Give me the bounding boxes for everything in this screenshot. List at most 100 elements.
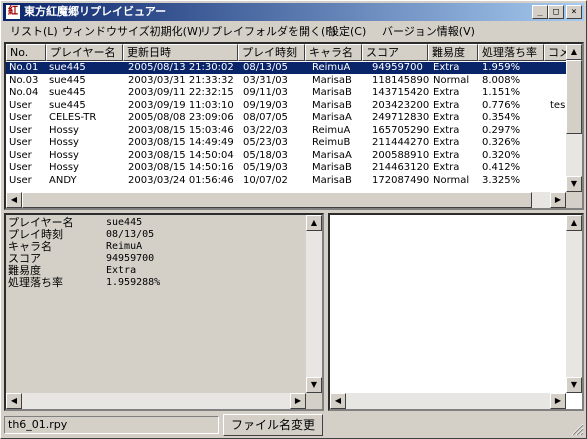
- cell-updated: 2003/09/19 11:03:10: [128, 99, 234, 111]
- cell-score: 143715420: [372, 87, 430, 98]
- table-row[interactable]: User Hossy 2003/08/15 14:49:49 05/23/03 Reim…: [6, 137, 566, 149]
- cell-playdate: 03/22/03: [243, 124, 288, 136]
- cell-playdate: 09/11/03: [243, 87, 288, 98]
- minimize-button[interactable]: _: [532, 5, 548, 19]
- cell-slow: 3.325%: [482, 174, 521, 186]
- table-row[interactable]: User Hossy 2003/08/15 14:50:04 05/18/03 Mari…: [6, 150, 566, 162]
- cell-no: User: [9, 99, 32, 111]
- table-row[interactable]: User Hossy 2003/08/15 15:03:46 03/22/03 Reim…: [6, 125, 566, 137]
- cell-player: Hossy: [49, 124, 79, 136]
- cell-score: 249712830: [372, 112, 430, 123]
- scroll-up-icon[interactable]: ▲: [306, 215, 322, 231]
- list-vscroll-thumb[interactable]: [566, 60, 582, 134]
- cell-chara: MarisaA: [312, 112, 352, 123]
- cell-level: Extra: [433, 62, 460, 73]
- scroll-down-icon[interactable]: ▼: [566, 377, 582, 393]
- cell-updated: 2003/08/15 14:50:04: [128, 149, 234, 161]
- cell-score: 200588910: [372, 149, 430, 161]
- detail-label: 処理落ち率: [8, 276, 63, 289]
- table-row[interactable]: No.01 sue445 2005/08/13 21:30:02 08/13/05 Re…: [6, 62, 566, 74]
- rename-file-button[interactable]: ファイル名変更: [223, 414, 323, 436]
- cell-level: Normal: [433, 174, 470, 186]
- menu-settings[interactable]: 設定(C): [328, 24, 366, 39]
- cell-updated: 2003/08/15 14:49:49: [128, 137, 234, 148]
- column-header-playdate[interactable]: プレイ時刻: [238, 44, 305, 61]
- cell-playdate: 09/19/03: [243, 99, 288, 111]
- detail-panel: プレイヤー名 sue445 プレイ時刻 08/13/05 キャラ名 ReimuA スコア 94…: [4, 213, 324, 411]
- cell-chara: ReimuB: [312, 137, 351, 148]
- cell-playdate: 05/18/03: [243, 149, 288, 161]
- scroll-up-icon[interactable]: ▲: [566, 215, 582, 231]
- cell-slow: 0.354%: [482, 112, 521, 123]
- cell-no: No.03: [9, 74, 39, 86]
- replay-list[interactable]: No. プレイヤー名 更新日時 プレイ時刻 キャラ名 スコア 難易度 処理落ち率…: [4, 42, 584, 210]
- cell-no: User: [9, 137, 32, 148]
- column-header-updated[interactable]: 更新日時: [123, 44, 238, 61]
- cell-no: User: [9, 174, 32, 186]
- menu-list[interactable]: リスト(L): [10, 24, 58, 39]
- menu-open-replay-folder[interactable]: リプレイフォルダを開く(F): [200, 24, 336, 39]
- cell-player: Hossy: [49, 162, 79, 173]
- cell-level: Extra: [433, 137, 460, 148]
- list-hscroll-thumb[interactable]: [22, 192, 532, 208]
- list-horizontal-scrollbar[interactable]: ◀ ▶: [6, 192, 566, 208]
- cell-level: Normal: [433, 74, 470, 86]
- cell-score: 203423200: [372, 99, 430, 111]
- column-header-slowdown[interactable]: 処理落ち率: [478, 44, 544, 61]
- cell-playdate: 08/13/05: [243, 62, 288, 73]
- cell-player: sue445: [49, 74, 86, 86]
- scroll-left-icon[interactable]: ◀: [6, 393, 22, 409]
- cell-no: No.04: [9, 87, 39, 98]
- cell-playdate: 05/23/03: [243, 137, 288, 148]
- close-button[interactable]: ×: [566, 5, 582, 19]
- cell-slow: 0.320%: [482, 149, 521, 161]
- cell-chara: MarisaB: [312, 174, 352, 186]
- table-row[interactable]: No.03 sue445 2003/03/31 21:33:32 03/31/03 Ma…: [6, 75, 566, 87]
- menu-version-info[interactable]: バージョン情報(V): [382, 24, 475, 39]
- column-header-no[interactable]: No.: [6, 44, 46, 61]
- cell-player: Hossy: [49, 137, 79, 148]
- cell-chara: MarisaB: [312, 74, 352, 86]
- cell-level: Extra: [433, 162, 460, 173]
- scroll-right-icon[interactable]: ▶: [550, 393, 566, 409]
- cell-updated: 2003/03/31 21:33:32: [128, 74, 234, 86]
- app-icon[interactable]: 紅: [6, 5, 20, 19]
- comment-horizontal-scrollbar[interactable]: ◀ ▶: [330, 393, 566, 409]
- cell-updated: 2005/08/08 23:09:06: [128, 112, 234, 123]
- detail-horizontal-scrollbar[interactable]: ◀ ▶: [6, 393, 306, 409]
- column-header-chara[interactable]: キャラ名: [305, 44, 362, 61]
- column-header-comment[interactable]: コメ: [544, 44, 568, 61]
- scroll-down-icon[interactable]: ▼: [566, 176, 582, 192]
- scroll-left-icon[interactable]: ◀: [330, 393, 346, 409]
- column-header-player[interactable]: プレイヤー名: [46, 44, 123, 61]
- scroll-up-icon[interactable]: ▲: [566, 44, 582, 60]
- comment-vertical-scrollbar[interactable]: ▲ ▼: [566, 215, 582, 393]
- cell-player: CELES-TR: [49, 112, 97, 123]
- cell-updated: 2003/08/15 14:50:16: [128, 162, 234, 173]
- column-header-score[interactable]: スコア: [362, 44, 428, 61]
- cell-chara: MarisaA: [312, 149, 352, 161]
- cell-score: 211444270: [372, 137, 430, 148]
- table-row[interactable]: User ANDY 2003/03/24 01:56:46 10/07/02 Maris…: [6, 175, 566, 187]
- menu-reset-window-size[interactable]: ウィンドウサイズ初期化(W): [62, 24, 202, 39]
- title-bar[interactable]: 紅 東方紅魔郷リプレイビュアー _ □ ×: [3, 3, 584, 21]
- resize-grip-icon[interactable]: [570, 422, 584, 436]
- table-row[interactable]: User CELES-TR 2005/08/08 23:09:06 08/07/05 M…: [6, 112, 566, 124]
- list-vertical-scrollbar[interactable]: ▲ ▼: [566, 44, 582, 192]
- scroll-right-icon[interactable]: ▶: [290, 393, 306, 409]
- cell-level: Extra: [433, 149, 460, 161]
- table-row[interactable]: User Hossy 2003/08/15 14:50:16 05/19/03 Mari…: [6, 162, 566, 174]
- scroll-left-icon[interactable]: ◀: [6, 192, 22, 208]
- cell-comment: tes: [550, 99, 566, 111]
- detail-vertical-scrollbar[interactable]: ▲ ▼: [306, 215, 322, 393]
- column-header-level[interactable]: 難易度: [428, 44, 478, 61]
- comment-panel[interactable]: ▲ ▼ ◀ ▶: [328, 213, 584, 411]
- maximize-button[interactable]: □: [548, 5, 564, 19]
- table-row[interactable]: No.04 sue445 2003/09/11 22:32:15 09/11/03 Ma…: [6, 87, 566, 99]
- cell-slow: 0.776%: [482, 99, 521, 111]
- scroll-right-icon[interactable]: ▶: [550, 192, 566, 208]
- table-row[interactable]: User sue445 2003/09/19 11:03:10 09/19/03 Mar…: [6, 100, 566, 112]
- cell-player: sue445: [49, 87, 86, 98]
- detail-value: sue445: [106, 217, 143, 228]
- scroll-down-icon[interactable]: ▼: [306, 377, 322, 393]
